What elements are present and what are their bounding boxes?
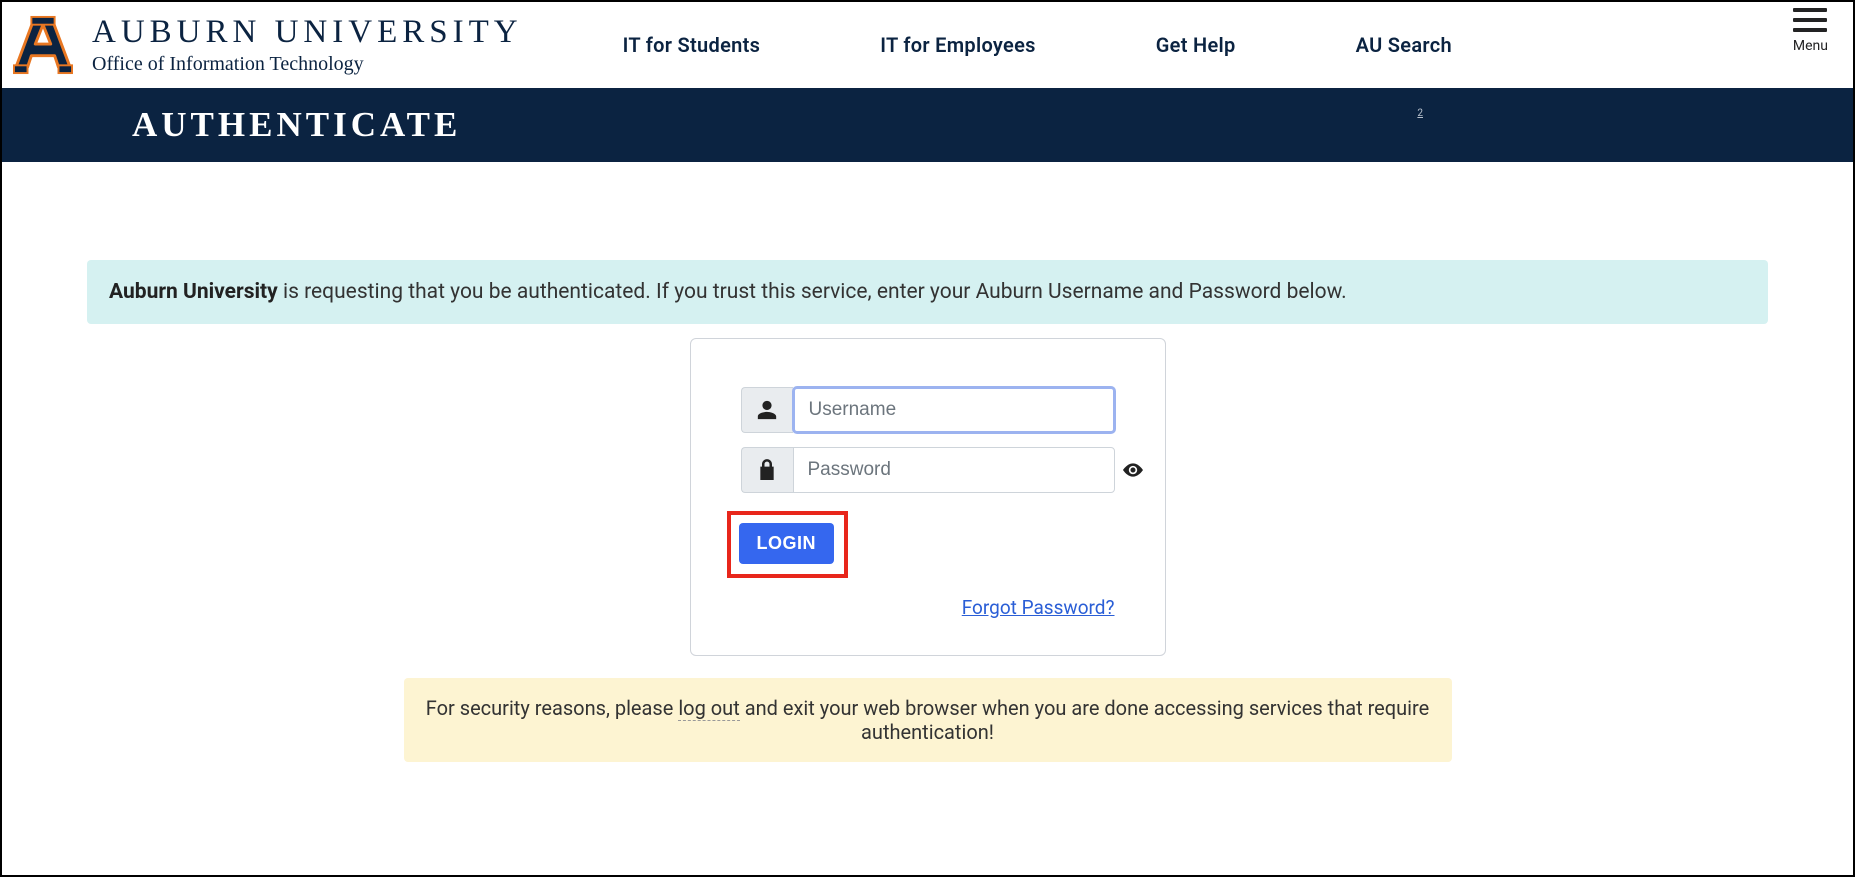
user-icon: [756, 399, 778, 421]
login-button-highlight: LOGIN: [727, 511, 849, 578]
logo-text: AUBURN UNIVERSITY Office of Information …: [92, 14, 523, 76]
title-superscript-link[interactable]: 2: [1417, 108, 1423, 119]
page-title: AUTHENTICATE: [132, 105, 461, 145]
toggle-password-visibility[interactable]: [1123, 463, 1143, 477]
forgot-password-link[interactable]: Forgot Password?: [962, 596, 1115, 619]
au-logo-icon: [12, 15, 74, 75]
site-header: AUBURN UNIVERSITY Office of Information …: [2, 2, 1853, 88]
login-card: LOGIN Forgot Password?: [690, 338, 1166, 656]
info-strong: Auburn University: [109, 280, 278, 304]
security-logout-emph: log out: [678, 696, 739, 721]
security-post: and exit your web browser when you are d…: [740, 696, 1430, 744]
hamburger-icon: [1793, 8, 1827, 32]
menu-label: Menu: [1793, 38, 1828, 54]
nav-get-help[interactable]: Get Help: [1156, 33, 1236, 57]
password-input[interactable]: [793, 447, 1115, 493]
password-row: [741, 447, 1115, 493]
security-notice: For security reasons, please log out and…: [404, 678, 1452, 762]
username-input[interactable]: [793, 387, 1115, 433]
nav-it-students[interactable]: IT for Students: [623, 33, 761, 57]
login-button[interactable]: LOGIN: [739, 523, 835, 564]
primary-nav: IT for Students IT for Employees Get Hel…: [623, 33, 1452, 57]
forgot-row: Forgot Password?: [741, 596, 1115, 619]
password-addon: [741, 447, 793, 493]
username-addon: [741, 387, 793, 433]
nav-it-employees[interactable]: IT for Employees: [880, 33, 1036, 57]
logo-block: AUBURN UNIVERSITY Office of Information …: [12, 14, 523, 76]
main-content: Auburn University is requesting that you…: [2, 260, 1853, 762]
info-text: is requesting that you be authenticated.…: [278, 280, 1347, 304]
lock-icon: [757, 458, 777, 482]
org-subtitle: Office of Information Technology: [92, 53, 523, 76]
org-title: AUBURN UNIVERSITY: [92, 14, 523, 51]
security-pre: For security reasons, please: [426, 696, 679, 720]
menu-button[interactable]: Menu: [1793, 8, 1828, 54]
eye-icon: [1123, 463, 1143, 477]
page-title-bar: AUTHENTICATE 2: [2, 88, 1853, 162]
nav-au-search[interactable]: AU Search: [1356, 33, 1452, 57]
username-row: [741, 387, 1115, 433]
info-banner: Auburn University is requesting that you…: [87, 260, 1768, 324]
